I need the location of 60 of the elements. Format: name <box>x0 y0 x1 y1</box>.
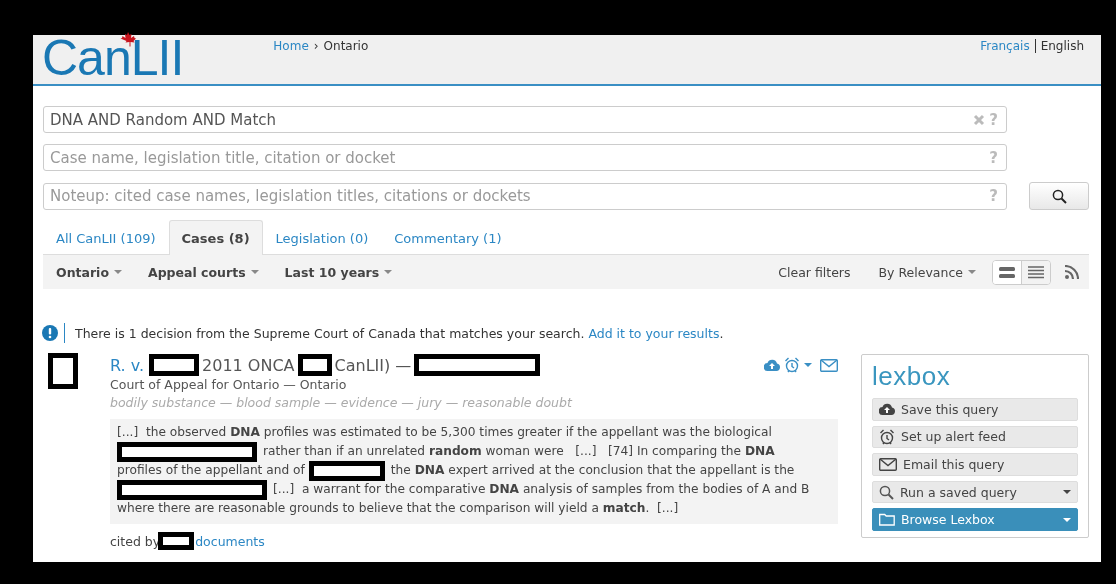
redaction-block <box>158 532 195 550</box>
lexbox-action-button[interactable]: Save this query <box>872 398 1078 421</box>
cloud-upload-icon <box>879 403 895 416</box>
snippet-text: rather than if an unrelated random woman were [...] [74] In comparing the DNA <box>263 443 775 460</box>
search-button[interactable] <box>1029 182 1089 210</box>
sort-dropdown[interactable]: By Relevance <box>878 264 976 280</box>
rss-icon[interactable] <box>1065 265 1079 279</box>
info-icon <box>42 325 58 341</box>
filter-dropdown[interactable]: Last 10 years <box>284 264 393 280</box>
alarm-clock-icon <box>879 428 895 445</box>
search-icon <box>879 484 894 500</box>
redaction-block <box>149 354 200 376</box>
filter-dropdown[interactable]: Ontario <box>56 264 122 280</box>
cloud-upload-icon[interactable] <box>764 359 780 371</box>
search-icon <box>1051 188 1067 204</box>
redaction-block <box>48 353 78 389</box>
lexbox-action-button[interactable]: Set up alert feed <box>872 425 1078 449</box>
expanded-view-icon <box>999 265 1015 279</box>
court-name: Court of Appeal for Ontario — Ontario <box>110 377 348 392</box>
caret-icon <box>1063 517 1071 522</box>
snippet-text: [...] a warrant for the comparative DNA analysis of samples from the bodies of A and B <box>273 481 810 498</box>
caret-icon <box>968 270 976 274</box>
case-keywords: bodily substance — blood sample — evidence — jury — reasonable doubt <box>110 395 574 410</box>
caret-icon <box>804 363 812 367</box>
snippet-text: [...] the observed DNA profiles was estimated to be 5,300 times greater if the appellant was the biological <box>117 424 772 441</box>
caret-icon <box>250 270 259 274</box>
breadcrumb-current: Ontario <box>323 39 369 53</box>
case-citation: CanLII) — <box>334 355 412 375</box>
cited-documents-link[interactable]: documents <box>195 533 265 549</box>
filter-dropdown[interactable]: Appeal courts <box>148 264 259 280</box>
view-toggle[interactable] <box>1021 260 1050 284</box>
snippet-text: profiles of the appellant and of <box>117 462 305 479</box>
caret-icon <box>1063 490 1071 495</box>
result-tab[interactable]: Legislation (0) <box>262 220 382 255</box>
compact-view-icon <box>1028 265 1044 279</box>
breadcrumb-separator: › <box>313 39 319 53</box>
caret-icon <box>384 270 393 274</box>
lexbox-action-button[interactable]: Run a saved query <box>872 480 1078 504</box>
result-tab[interactable]: All CanLII (109) <box>43 220 169 255</box>
caret-icon <box>114 270 122 274</box>
lexbox-logo: lexbox <box>872 361 952 391</box>
folder-icon <box>879 513 895 527</box>
site-logo[interactable]: CanLII <box>42 30 184 86</box>
envelope-icon[interactable] <box>820 358 838 372</box>
language-link[interactable]: English <box>1034 39 1089 53</box>
case-title-link[interactable]: R. v. <box>110 355 145 375</box>
case-citation: 2011 ONCA <box>202 355 295 375</box>
result-tab[interactable]: Commentary (1) <box>381 220 515 255</box>
lexbox-action-button[interactable]: Email this query <box>872 453 1078 476</box>
envelope-icon <box>879 458 897 471</box>
clear-filters-link[interactable]: Clear filters <box>778 264 851 280</box>
redaction-block <box>297 354 332 376</box>
lexbox-action-button[interactable]: Browse Lexbox <box>872 508 1078 531</box>
alarm-clock-icon[interactable] <box>784 357 800 373</box>
language-link[interactable]: Français <box>975 39 1035 53</box>
snippet-text: the DNA expert arrived at the conclusion that the appellant is the <box>390 462 795 479</box>
result-tab[interactable]: Cases (8) <box>168 220 263 255</box>
notice-text: There is 1 decision from the Supreme Court of Canada that matches your search. Add it to your results. <box>75 325 724 341</box>
snippet-text: where there are reasonable grounds to believe that the comparison will yield a match. [...] <box>117 500 679 517</box>
breadcrumb-link[interactable]: Home <box>273 39 309 53</box>
